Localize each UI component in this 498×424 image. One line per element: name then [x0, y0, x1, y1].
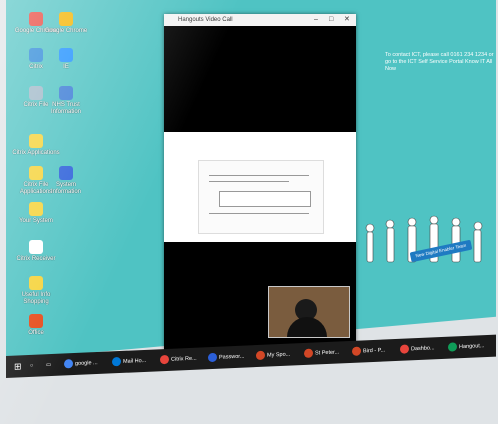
- app-icon: [59, 48, 73, 62]
- app-icon: [29, 134, 43, 148]
- window-titlebar[interactable]: Hangouts Video Call – □ ✕: [164, 14, 356, 26]
- screen: Google Chrome Google Chrome Citrix IE Citrix…: [0, 0, 498, 424]
- taskbar-app-icon: [112, 357, 121, 367]
- participant-body: [287, 317, 327, 337]
- desktop-icon-label: Citrix Applications: [12, 150, 60, 156]
- desktop-icon[interactable]: Office: [12, 314, 60, 337]
- desktop-icon[interactable]: Citrix Applications: [12, 134, 60, 157]
- self-video-preview[interactable]: [268, 286, 350, 338]
- task-view-icon[interactable]: ▭: [46, 359, 51, 371]
- close-icon[interactable]: ✕: [344, 14, 350, 26]
- taskbar-app-icon: [448, 342, 457, 352]
- app-icon: [29, 276, 43, 290]
- taskbar-item[interactable]: Dashbo...: [400, 342, 435, 356]
- app-icon: [59, 166, 73, 180]
- app-icon: [29, 48, 43, 62]
- taskbar-app-icon: [64, 359, 73, 369]
- desktop-icon[interactable]: Google Chrome: [42, 12, 90, 35]
- taskbar-item[interactable]: Citrix Re...: [160, 353, 197, 367]
- app-icon: [29, 86, 43, 100]
- desktop-icon-label: Your System: [19, 218, 53, 224]
- taskbar-item-label: Citrix Re...: [171, 355, 197, 363]
- app-icon: [29, 202, 43, 216]
- app-icon: [29, 240, 43, 254]
- taskbar-app-icon: [208, 352, 217, 363]
- desktop-icon[interactable]: Citrix Receiver: [12, 240, 60, 263]
- maximize-icon[interactable]: □: [329, 14, 333, 26]
- taskbar-item[interactable]: My Spo...: [256, 349, 290, 362]
- taskbar-item-label: Passwor...: [219, 353, 245, 361]
- taskbar-item-label: Mail Ho...: [123, 357, 147, 365]
- taskbar-item[interactable]: Bird - P...: [352, 344, 385, 357]
- desktop-icon[interactable]: System Information: [42, 166, 90, 196]
- search-icon[interactable]: ○: [30, 360, 33, 372]
- desktop-icon-label: Office: [28, 330, 44, 336]
- app-icon: [29, 314, 43, 328]
- desktop-icon-label: System Information: [50, 182, 81, 195]
- taskbar-item-label: Bird - P...: [363, 347, 386, 355]
- desktop-icon[interactable]: Your System: [12, 202, 60, 225]
- desktop-icon-label: Google Chrome: [44, 28, 88, 34]
- taskbar-app-icon: [256, 350, 265, 361]
- app-icon: [59, 86, 73, 100]
- start-icon[interactable]: ⊞: [14, 360, 22, 372]
- taskbar-app-icon: [160, 354, 169, 365]
- desktop-icon[interactable]: IE: [42, 48, 90, 71]
- screen-share-view: [164, 132, 356, 360]
- app-icon: [59, 12, 73, 26]
- ict-banner-text: To contact ICT, please call 0161 234 123…: [385, 52, 494, 72]
- desktop-icon-label: Citrix Receiver: [16, 256, 56, 262]
- desktop-icon[interactable]: Useful Info Shopping: [12, 276, 60, 306]
- taskbar-item[interactable]: St Peter...: [304, 346, 339, 360]
- hangouts-window[interactable]: Hangouts Video Call – □ ✕: [164, 14, 356, 360]
- taskbar-item-label: google ...: [75, 359, 98, 367]
- taskbar-item[interactable]: Hangout...: [448, 340, 484, 354]
- taskbar-item[interactable]: google ...: [64, 357, 98, 370]
- taskbar-app-icon: [400, 344, 409, 354]
- taskbar-item[interactable]: Mail Ho...: [112, 355, 146, 368]
- desktop-icon-label: IE: [63, 64, 69, 70]
- taskbar-item-label: Dashbo...: [411, 345, 435, 353]
- taskbar-item-label: St Peter...: [315, 349, 340, 357]
- taskbar-item[interactable]: Passwor...: [208, 351, 244, 365]
- app-icon: [29, 166, 43, 180]
- window-title: Hangouts Video Call: [178, 17, 233, 23]
- taskbar-app-icon: [304, 348, 313, 359]
- app-icon: [29, 12, 43, 26]
- desktop-icon[interactable]: NHS Trust Information: [42, 86, 90, 116]
- taskbar-item-label: Hangout...: [459, 343, 485, 351]
- shared-document: [198, 160, 324, 234]
- desktop-icon-label: NHS Trust Information: [50, 102, 81, 115]
- taskbar-app-icon: [352, 346, 361, 356]
- taskbar-item-label: My Spo...: [267, 351, 291, 359]
- minimize-icon[interactable]: –: [314, 14, 318, 26]
- desktop-icon-label: Useful Info Shopping: [21, 292, 51, 305]
